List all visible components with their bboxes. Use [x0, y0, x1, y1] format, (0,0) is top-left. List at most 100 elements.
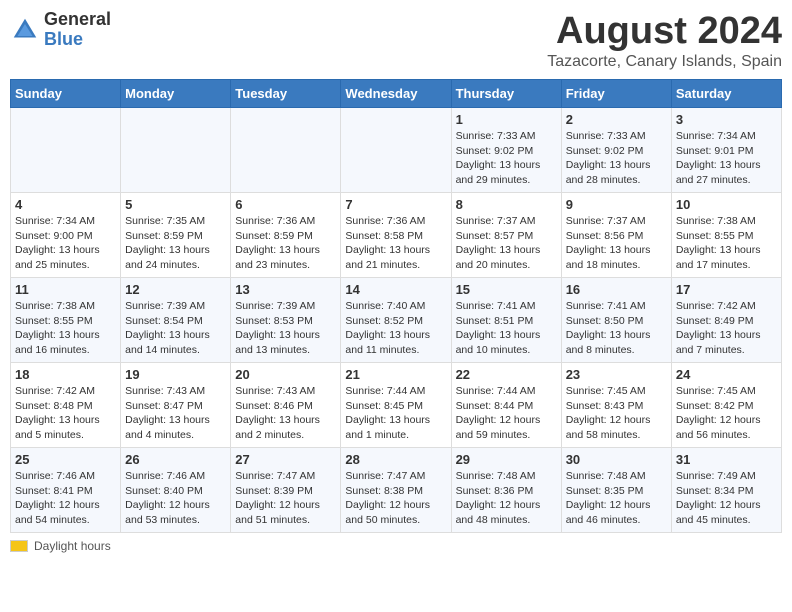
header-cell-wednesday: Wednesday — [341, 80, 451, 108]
header-cell-friday: Friday — [561, 80, 671, 108]
main-title: August 2024 — [547, 10, 782, 53]
day-info: Sunrise: 7:37 AM Sunset: 8:57 PM Dayligh… — [456, 214, 557, 273]
day-info: Sunrise: 7:34 AM Sunset: 9:01 PM Dayligh… — [676, 129, 777, 188]
day-cell: 6 Sunrise: 7:36 AM Sunset: 8:59 PM Daylig… — [231, 193, 341, 278]
day-cell: 10Sunrise: 7:38 AM Sunset: 8:55 PM Dayli… — [671, 193, 781, 278]
day-info: Sunrise: 7:43 AM Sunset: 8:47 PM Dayligh… — [125, 384, 226, 443]
day-info: Sunrise: 7:46 AM Sunset: 8:40 PM Dayligh… — [125, 469, 226, 528]
day-number: 10 — [676, 197, 777, 212]
day-cell: 9 Sunrise: 7:37 AM Sunset: 8:56 PM Daylig… — [561, 193, 671, 278]
day-cell: 21 Sunrise: 7:44 AM Sunset: 8:45 PM Dayli… — [341, 363, 451, 448]
daylight-bar-icon — [10, 540, 28, 552]
calendar-table: SundayMondayTuesdayWednesdayThursdayFrid… — [10, 79, 782, 533]
day-cell: 31 Sunrise: 7:49 AM Sunset: 8:34 PM Dayli… — [671, 448, 781, 533]
day-number: 1 — [456, 112, 557, 127]
day-info: Sunrise: 7:47 AM Sunset: 8:38 PM Dayligh… — [345, 469, 446, 528]
day-number: 17 — [676, 282, 777, 297]
day-info: Sunrise: 7:33 AM Sunset: 9:02 PM Dayligh… — [566, 129, 667, 188]
day-number: 4 — [15, 197, 116, 212]
day-info: Sunrise: 7:41 AM Sunset: 8:51 PM Dayligh… — [456, 299, 557, 358]
day-number: 6 — [235, 197, 336, 212]
day-cell — [11, 108, 121, 193]
title-area: August 2024 Tazacorte, Canary Islands, S… — [547, 10, 782, 71]
day-number: 31 — [676, 452, 777, 467]
header-cell-sunday: Sunday — [11, 80, 121, 108]
calendar-header: SundayMondayTuesdayWednesdayThursdayFrid… — [11, 80, 782, 108]
header-row: SundayMondayTuesdayWednesdayThursdayFrid… — [11, 80, 782, 108]
day-info: Sunrise: 7:48 AM Sunset: 8:36 PM Dayligh… — [456, 469, 557, 528]
day-cell: 22 Sunrise: 7:44 AM Sunset: 8:44 PM Dayli… — [451, 363, 561, 448]
day-number: 29 — [456, 452, 557, 467]
day-cell: 24 Sunrise: 7:45 AM Sunset: 8:42 PM Dayli… — [671, 363, 781, 448]
day-number: 30 — [566, 452, 667, 467]
day-number: 14 — [345, 282, 446, 297]
day-info: Sunrise: 7:33 AM Sunset: 9:02 PM Dayligh… — [456, 129, 557, 188]
day-number: 8 — [456, 197, 557, 212]
day-info: Sunrise: 7:36 AM Sunset: 8:58 PM Dayligh… — [345, 214, 446, 273]
day-cell: 17 Sunrise: 7:42 AM Sunset: 8:49 PM Dayli… — [671, 278, 781, 363]
day-cell — [121, 108, 231, 193]
logo-general: General — [44, 10, 111, 30]
day-number: 22 — [456, 367, 557, 382]
day-number: 28 — [345, 452, 446, 467]
day-cell: 13 Sunrise: 7:39 AM Sunset: 8:53 PM Dayli… — [231, 278, 341, 363]
day-cell: 7 Sunrise: 7:36 AM Sunset: 8:58 PM Daylig… — [341, 193, 451, 278]
day-cell: 1 Sunrise: 7:33 AM Sunset: 9:02 PM Daylig… — [451, 108, 561, 193]
day-cell: 25 Sunrise: 7:46 AM Sunset: 8:41 PM Dayli… — [11, 448, 121, 533]
header-cell-monday: Monday — [121, 80, 231, 108]
header: General Blue August 2024 Tazacorte, Cana… — [10, 10, 782, 71]
day-cell: 29 Sunrise: 7:48 AM Sunset: 8:36 PM Dayli… — [451, 448, 561, 533]
logo-text: General Blue — [44, 10, 111, 50]
day-info: Sunrise: 7:39 AM Sunset: 8:53 PM Dayligh… — [235, 299, 336, 358]
day-number: 24 — [676, 367, 777, 382]
calendar-body: 1 Sunrise: 7:33 AM Sunset: 9:02 PM Daylig… — [11, 108, 782, 533]
day-info: Sunrise: 7:45 AM Sunset: 8:42 PM Dayligh… — [676, 384, 777, 443]
week-row-2: 11Sunrise: 7:38 AM Sunset: 8:55 PM Dayli… — [11, 278, 782, 363]
day-cell — [341, 108, 451, 193]
day-cell: 26Sunrise: 7:46 AM Sunset: 8:40 PM Dayli… — [121, 448, 231, 533]
header-cell-saturday: Saturday — [671, 80, 781, 108]
day-info: Sunrise: 7:42 AM Sunset: 8:49 PM Dayligh… — [676, 299, 777, 358]
day-number: 19 — [125, 367, 226, 382]
day-cell — [231, 108, 341, 193]
day-info: Sunrise: 7:42 AM Sunset: 8:48 PM Dayligh… — [15, 384, 116, 443]
day-cell: 20Sunrise: 7:43 AM Sunset: 8:46 PM Dayli… — [231, 363, 341, 448]
footer-note: Daylight hours — [10, 539, 782, 553]
day-cell: 19 Sunrise: 7:43 AM Sunset: 8:47 PM Dayli… — [121, 363, 231, 448]
logo-icon — [10, 15, 40, 45]
week-row-1: 4 Sunrise: 7:34 AM Sunset: 9:00 PM Daylig… — [11, 193, 782, 278]
day-cell: 4 Sunrise: 7:34 AM Sunset: 9:00 PM Daylig… — [11, 193, 121, 278]
day-number: 9 — [566, 197, 667, 212]
day-info: Sunrise: 7:47 AM Sunset: 8:39 PM Dayligh… — [235, 469, 336, 528]
day-number: 3 — [676, 112, 777, 127]
day-info: Sunrise: 7:48 AM Sunset: 8:35 PM Dayligh… — [566, 469, 667, 528]
day-cell: 23Sunrise: 7:45 AM Sunset: 8:43 PM Dayli… — [561, 363, 671, 448]
day-cell: 2Sunrise: 7:33 AM Sunset: 9:02 PM Daylig… — [561, 108, 671, 193]
day-number: 27 — [235, 452, 336, 467]
day-cell: 8 Sunrise: 7:37 AM Sunset: 8:57 PM Daylig… — [451, 193, 561, 278]
day-info: Sunrise: 7:44 AM Sunset: 8:45 PM Dayligh… — [345, 384, 446, 443]
day-number: 20 — [235, 367, 336, 382]
day-info: Sunrise: 7:37 AM Sunset: 8:56 PM Dayligh… — [566, 214, 667, 273]
day-number: 13 — [235, 282, 336, 297]
day-number: 11 — [15, 282, 116, 297]
day-info: Sunrise: 7:49 AM Sunset: 8:34 PM Dayligh… — [676, 469, 777, 528]
day-info: Sunrise: 7:34 AM Sunset: 9:00 PM Dayligh… — [15, 214, 116, 273]
day-info: Sunrise: 7:44 AM Sunset: 8:44 PM Dayligh… — [456, 384, 557, 443]
header-cell-thursday: Thursday — [451, 80, 561, 108]
day-number: 25 — [15, 452, 116, 467]
day-cell: 5Sunrise: 7:35 AM Sunset: 8:59 PM Daylig… — [121, 193, 231, 278]
day-number: 21 — [345, 367, 446, 382]
header-cell-tuesday: Tuesday — [231, 80, 341, 108]
day-cell: 18Sunrise: 7:42 AM Sunset: 8:48 PM Dayli… — [11, 363, 121, 448]
day-cell: 12Sunrise: 7:39 AM Sunset: 8:54 PM Dayli… — [121, 278, 231, 363]
day-number: 7 — [345, 197, 446, 212]
day-info: Sunrise: 7:39 AM Sunset: 8:54 PM Dayligh… — [125, 299, 226, 358]
day-info: Sunrise: 7:46 AM Sunset: 8:41 PM Dayligh… — [15, 469, 116, 528]
day-cell: 3 Sunrise: 7:34 AM Sunset: 9:01 PM Daylig… — [671, 108, 781, 193]
day-cell: 27 Sunrise: 7:47 AM Sunset: 8:39 PM Dayli… — [231, 448, 341, 533]
day-info: Sunrise: 7:40 AM Sunset: 8:52 PM Dayligh… — [345, 299, 446, 358]
day-cell: 11Sunrise: 7:38 AM Sunset: 8:55 PM Dayli… — [11, 278, 121, 363]
day-info: Sunrise: 7:36 AM Sunset: 8:59 PM Dayligh… — [235, 214, 336, 273]
day-number: 5 — [125, 197, 226, 212]
